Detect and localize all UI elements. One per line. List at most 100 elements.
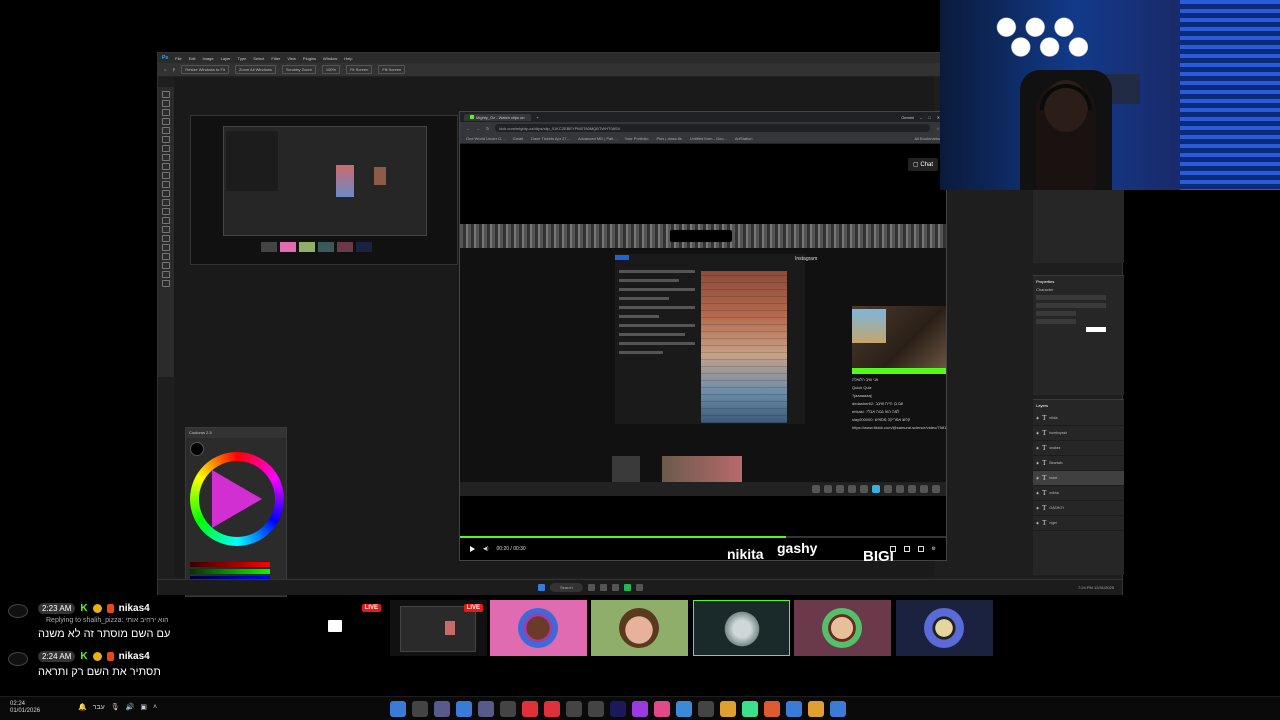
- layer-row-selected[interactable]: ◉ Ttwice: [1033, 471, 1124, 486]
- pen-tool-icon[interactable]: [162, 226, 170, 233]
- menu-view[interactable]: View: [287, 56, 296, 61]
- taskbar-app-icon[interactable]: [611, 584, 619, 591]
- menu-file[interactable]: File: [175, 56, 181, 61]
- notification-icon[interactable]: 🔔: [78, 703, 87, 711]
- chevron-up-icon[interactable]: ˄: [153, 704, 157, 711]
- color-swatch-icon[interactable]: [162, 280, 170, 287]
- video-progress-bar[interactable]: [460, 536, 946, 538]
- taskbar-app-icon[interactable]: [434, 701, 450, 717]
- hand-tool-icon[interactable]: [162, 262, 170, 269]
- taskbar-app-icon[interactable]: [830, 701, 846, 717]
- taskbar-app-icon[interactable]: [478, 701, 494, 717]
- font-family-field[interactable]: [1036, 295, 1106, 300]
- taskbar-app-icon[interactable]: [610, 701, 626, 717]
- taskbar-app-icon[interactable]: [587, 584, 595, 591]
- layer-row[interactable]: ◉ T GASHGY: [1033, 501, 1124, 516]
- bookmark-item[interactable]: ArtStation: [735, 136, 753, 141]
- move-tool-icon[interactable]: [162, 91, 170, 98]
- video-frame[interactable]: Instagram אני שיב הלואלה Quick Quiz ?jaa…: [460, 224, 946, 496]
- thumbnail-screen-share[interactable]: LIVE: [288, 600, 385, 656]
- zoom-all-windows-option[interactable]: Zoom All Windows: [234, 65, 276, 74]
- leading-field[interactable]: [1036, 319, 1076, 324]
- volume-icon[interactable]: 🔊: [126, 703, 135, 711]
- history-brush-icon[interactable]: [162, 181, 170, 188]
- layer-row[interactable]: ◉ Tsnakez: [1033, 441, 1124, 456]
- microphone-icon[interactable]: 🎙: [111, 703, 120, 711]
- font-size-field[interactable]: [1036, 311, 1076, 316]
- home-icon[interactable]: ⌂: [164, 67, 166, 72]
- thumbnail-participant[interactable]: [896, 600, 993, 656]
- eye-icon[interactable]: ◉: [1036, 446, 1039, 450]
- scrubby-zoom-option[interactable]: Scrubby Zoom: [281, 65, 316, 74]
- menu-window[interactable]: Window: [323, 56, 337, 61]
- resize-windows-option[interactable]: Resize Windows to Fit: [181, 65, 229, 74]
- layer-row[interactable]: ◉ Tbumboyssh: [1033, 426, 1124, 441]
- blur-tool-icon[interactable]: [162, 208, 170, 215]
- language-indicator[interactable]: עבר: [93, 704, 105, 711]
- taskbar-app-icon[interactable]: [500, 701, 516, 717]
- bookmark-item[interactable]: Advanced MD | Pati...: [578, 136, 617, 141]
- browser-tab[interactable]: Mighty_Oz - Watch clips on: [464, 113, 531, 121]
- bookmark-item[interactable]: Your Portfolio: [625, 136, 649, 141]
- shape-tool-icon[interactable]: [162, 253, 170, 260]
- taskbar-app-icon[interactable]: [635, 584, 643, 591]
- menu-type[interactable]: Type: [238, 56, 247, 61]
- taskbar-app-icon[interactable]: [544, 701, 560, 717]
- frame-tool-icon[interactable]: [162, 136, 170, 143]
- crop-tool-icon[interactable]: [162, 127, 170, 134]
- layer-row[interactable]: ◉ Tnigel: [1033, 516, 1124, 531]
- color-triangle[interactable]: [212, 470, 262, 528]
- username[interactable]: nikas4: [119, 651, 150, 662]
- taskbar-app-icon[interactable]: [720, 701, 736, 717]
- eye-icon[interactable]: ◉: [1036, 521, 1039, 525]
- taskbar-app-icon[interactable]: [588, 701, 604, 717]
- volume-icon[interactable]: ◀): [483, 546, 489, 552]
- eye-icon[interactable]: ◉: [1036, 461, 1039, 465]
- layer-row[interactable]: ◉ Tmikha: [1033, 486, 1124, 501]
- eye-icon[interactable]: ◉: [1036, 416, 1039, 420]
- menu-select[interactable]: Select: [253, 56, 264, 61]
- settings-icon[interactable]: ⚙: [932, 546, 936, 552]
- eye-icon[interactable]: ◉: [1036, 491, 1039, 495]
- url-input[interactable]: kick.com/mighty-oz/clips/clip_01KC2EBEYP…: [495, 124, 931, 132]
- quick-select-tool-icon[interactable]: [162, 118, 170, 125]
- back-icon[interactable]: ←: [466, 126, 470, 131]
- taskbar-app-icon[interactable]: [412, 701, 428, 717]
- miniplayer-icon[interactable]: [903, 546, 910, 552]
- network-icon[interactable]: ▣: [140, 703, 147, 711]
- type-tool-icon[interactable]: [162, 235, 170, 242]
- play-icon[interactable]: [470, 546, 475, 552]
- taskbar-app-icon[interactable]: [764, 701, 780, 717]
- zoom-100-button[interactable]: 100%: [321, 65, 341, 74]
- thumbnail-participant[interactable]: [591, 600, 688, 656]
- layer-row[interactable]: ◉ T Beartwic: [1033, 456, 1124, 471]
- bookmark-item[interactable]: One World Under O...: [466, 136, 505, 141]
- bookmark-item[interactable]: Dave Tickets Apr 27...: [531, 136, 570, 141]
- gemini-button[interactable]: Gemini: [901, 115, 914, 120]
- username[interactable]: nikas4: [119, 603, 150, 614]
- taskbar-app-icon[interactable]: [632, 701, 648, 717]
- taskbar-app-icon[interactable]: [698, 701, 714, 717]
- taskbar-app-icon[interactable]: [654, 701, 670, 717]
- dodge-tool-icon[interactable]: [162, 217, 170, 224]
- color-wheel[interactable]: [190, 452, 284, 546]
- brush-tool-icon[interactable]: [162, 163, 170, 170]
- taskbar-app-icon[interactable]: [742, 701, 758, 717]
- gradient-tool-icon[interactable]: [162, 199, 170, 206]
- minimize-icon[interactable]: –: [920, 115, 922, 120]
- taskbar-app-icon[interactable]: [808, 701, 824, 717]
- menu-help[interactable]: Help: [344, 56, 352, 61]
- foreground-color-swatch[interactable]: [190, 442, 204, 456]
- reload-icon[interactable]: ↻: [486, 126, 489, 131]
- zoom-tool-icon[interactable]: [162, 271, 170, 278]
- ps-canvas[interactable]: Coolorus 2.5 Mighty_Oz - Watch clips on …: [174, 77, 947, 597]
- eye-icon[interactable]: ◉: [1036, 431, 1039, 435]
- font-style-field[interactable]: [1036, 303, 1106, 308]
- chat-toggle-button[interactable]: ▢ Chat: [907, 158, 938, 171]
- lasso-tool-icon[interactable]: [162, 109, 170, 116]
- taskbar-app-icon[interactable]: [390, 701, 406, 717]
- healing-tool-icon[interactable]: [162, 154, 170, 161]
- taskbar-app-icon[interactable]: [522, 701, 538, 717]
- taskbar-app-icon[interactable]: [566, 701, 582, 717]
- fit-screen-button[interactable]: Fit Screen: [346, 65, 373, 74]
